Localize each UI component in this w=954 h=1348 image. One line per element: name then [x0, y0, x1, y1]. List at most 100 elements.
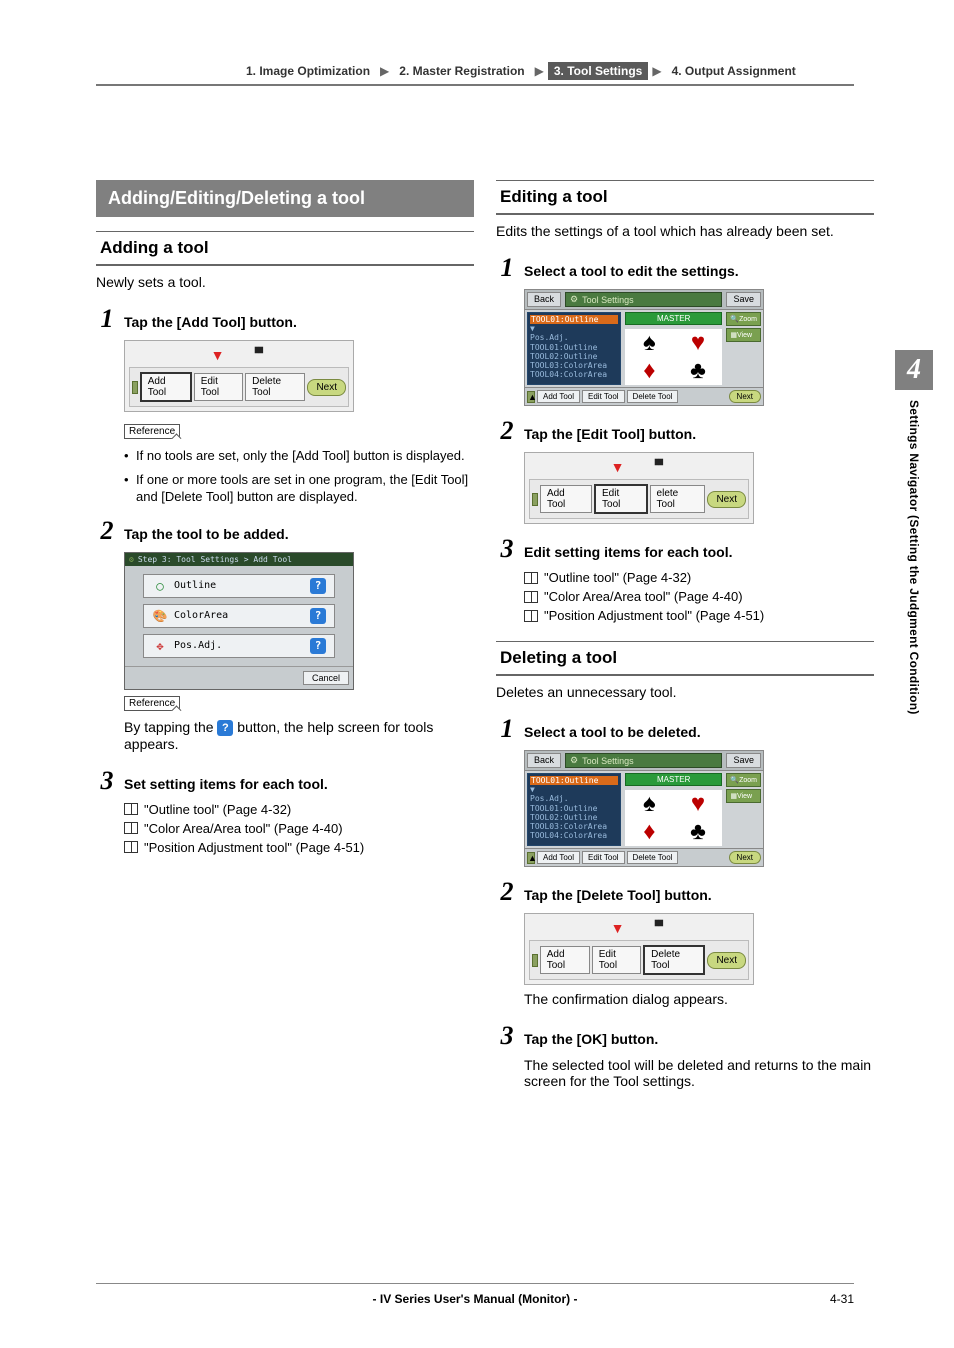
- step-number: 1: [96, 304, 118, 334]
- delete-tool-button[interactable]: Delete Tool: [627, 851, 679, 864]
- edit-tool-button[interactable]: Edit Tool: [594, 484, 648, 514]
- diamond-icon: ♦: [643, 818, 655, 846]
- next-button[interactable]: Next: [729, 390, 761, 403]
- book-icon: [524, 591, 538, 603]
- back-button[interactable]: Back: [527, 753, 561, 768]
- spade-icon: ♠: [643, 790, 656, 818]
- zoom-button[interactable]: 🔍Zoom: [726, 773, 761, 787]
- delete-tool-button[interactable]: Delete Tool: [245, 373, 305, 401]
- next-button[interactable]: Next: [307, 379, 346, 396]
- step-number: 3: [496, 534, 518, 564]
- view-button[interactable]: ▦View: [726, 789, 761, 803]
- breadcrumb-step-3: 3. Tool Settings: [548, 62, 648, 80]
- add-tool-button[interactable]: Add Tool: [540, 946, 590, 974]
- screenshot-add-row: ▼ ▝▘ Add Tool Edit Tool Delete Tool Next: [124, 340, 354, 412]
- help-icon[interactable]: ?: [310, 608, 326, 624]
- delete-tool-button[interactable]: Delete Tool: [643, 945, 705, 975]
- tool-dropdown[interactable]: TOOL01:Outline▼ Pos.Adj. TOOL01:Outline …: [527, 312, 621, 385]
- ref-link: "Color Area/Area tool" (Page 4-40): [544, 589, 743, 604]
- view-button[interactable]: ▦View: [726, 328, 761, 342]
- divider: [96, 84, 854, 86]
- next-button[interactable]: Next: [707, 952, 746, 969]
- deleting-intro: Deletes an unnecessary tool.: [496, 684, 874, 700]
- step-text: Tap the [Delete Tool] button.: [524, 887, 874, 903]
- step-text: Tap the [Edit Tool] button.: [524, 426, 874, 442]
- book-icon: [124, 822, 138, 834]
- step-number: 3: [496, 1021, 518, 1051]
- screenshot-add-tool: ⚙Step 3: Tool Settings > Add Tool ◯ Outl…: [124, 552, 354, 690]
- screenshot-delete-row: ▼ ▝▘ Add Tool Edit Tool Delete Tool Next: [524, 913, 754, 985]
- ref-link: "Outline tool" (Page 4-32): [144, 802, 291, 817]
- tool-option-colorarea[interactable]: 🎨 ColorArea ?: [143, 604, 335, 628]
- book-icon: [524, 572, 538, 584]
- reference-tag: Reference: [124, 424, 180, 439]
- screenshot-title: Step 3: Tool Settings > Add Tool: [138, 555, 292, 564]
- breadcrumb-step-1: 1. Image Optimization: [240, 62, 376, 80]
- ref-link: "Color Area/Area tool" (Page 4-40): [144, 821, 343, 836]
- step-number: 1: [496, 253, 518, 283]
- help-note-a: By tapping the: [124, 719, 217, 735]
- diamond-icon: ♦: [643, 357, 655, 385]
- note-item: If one or more tools are set in one prog…: [124, 471, 474, 506]
- adding-intro: Newly sets a tool.: [96, 274, 474, 290]
- book-icon: [124, 841, 138, 853]
- save-button[interactable]: Save: [726, 753, 761, 768]
- back-button[interactable]: Back: [527, 292, 561, 307]
- editing-intro: Edits the settings of a tool which has a…: [496, 223, 874, 239]
- chapter-number: 4: [895, 350, 933, 390]
- step-number: 3: [96, 766, 118, 796]
- add-tool-button[interactable]: Add Tool: [140, 372, 192, 402]
- section-heading: Adding/Editing/Deleting a tool: [96, 180, 474, 217]
- help-icon[interactable]: ?: [310, 578, 326, 594]
- spade-icon: ♠: [643, 329, 656, 357]
- book-icon: [124, 803, 138, 815]
- step-number: 2: [96, 516, 118, 546]
- next-button[interactable]: Next: [729, 851, 761, 864]
- chapter-tab: 4 Settings Navigator (Setting the Judgme…: [884, 350, 944, 715]
- edit-tool-button[interactable]: Edit Tool: [592, 946, 641, 974]
- chevron-right-icon: ▶: [652, 64, 661, 78]
- tool-option-posadj[interactable]: ✥ Pos.Adj. ?: [143, 634, 335, 658]
- gear-icon: ⚙: [570, 294, 578, 305]
- zoom-button[interactable]: 🔍Zoom: [726, 312, 761, 326]
- tool-option-outline[interactable]: ◯ Outline ?: [143, 574, 335, 598]
- grip-icon: ▝▘: [250, 347, 267, 363]
- edit-tool-button[interactable]: Edit Tool: [582, 851, 625, 864]
- crosshair-icon: ✥: [152, 638, 168, 654]
- grip-icon: ▝▘: [650, 920, 667, 936]
- step-number: 1: [496, 714, 518, 744]
- palette-icon: 🎨: [152, 608, 168, 624]
- outcome-note: The selected tool will be deleted and re…: [524, 1057, 874, 1089]
- ref-link: "Outline tool" (Page 4-32): [544, 570, 691, 585]
- cancel-button[interactable]: Cancel: [303, 671, 349, 685]
- down-arrow-icon: ▼: [211, 347, 225, 363]
- club-icon: ♣: [690, 357, 706, 385]
- book-icon: [524, 610, 538, 622]
- delete-tool-button[interactable]: Delete Tool: [627, 390, 679, 403]
- subsection-deleting: Deleting a tool: [496, 641, 874, 676]
- edit-tool-button[interactable]: Edit Tool: [194, 373, 243, 401]
- heart-icon: ♥: [691, 790, 705, 818]
- ref-link: "Position Adjustment tool" (Page 4-51): [544, 608, 764, 623]
- delete-tool-button[interactable]: elete Tool: [650, 485, 706, 513]
- chevron-right-icon: ▶: [380, 64, 389, 78]
- gear-icon: ⚙: [570, 755, 578, 766]
- club-icon: ♣: [690, 818, 706, 846]
- step-text: Select a tool to be deleted.: [524, 724, 874, 740]
- edit-tool-button[interactable]: Edit Tool: [582, 390, 625, 403]
- add-tool-button[interactable]: Add Tool: [537, 851, 580, 864]
- add-tool-button[interactable]: Add Tool: [540, 485, 592, 513]
- down-arrow-icon: ▼: [611, 920, 625, 936]
- breadcrumb-step-4: 4. Output Assignment: [666, 62, 802, 80]
- master-badge: MASTER: [625, 312, 722, 325]
- screenshot-tool-settings: Back ⚙Tool Settings Save TOOL01:Outline▼…: [524, 289, 764, 406]
- left-column: Adding/Editing/Deleting a tool Adding a …: [96, 180, 474, 1103]
- step-text: Set setting items for each tool.: [124, 776, 474, 792]
- add-tool-button[interactable]: Add Tool: [537, 390, 580, 403]
- next-button[interactable]: Next: [707, 491, 746, 508]
- subsection-editing: Editing a tool: [496, 180, 874, 215]
- tool-dropdown[interactable]: TOOL01:Outline▼ Pos.Adj. TOOL01:Outline …: [527, 773, 621, 846]
- help-icon[interactable]: ?: [310, 638, 326, 654]
- confirmation-note: The confirmation dialog appears.: [524, 991, 874, 1007]
- save-button[interactable]: Save: [726, 292, 761, 307]
